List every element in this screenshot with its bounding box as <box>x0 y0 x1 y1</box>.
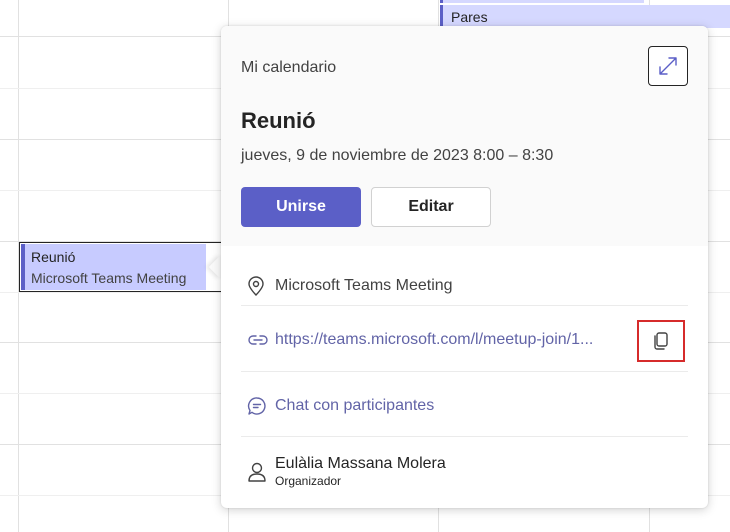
calendar-event-selected[interactable]: Reunió Microsoft Teams Meeting <box>19 242 227 292</box>
calendar-event-title: Reunió <box>31 249 76 265</box>
copy-link-button[interactable] <box>637 320 685 362</box>
calendar-event-title: Pares <box>451 9 488 25</box>
location-row: Microsoft Teams Meeting <box>241 266 688 306</box>
location-text: Microsoft Teams Meeting <box>275 277 453 294</box>
organizer-role: Organizador <box>275 474 342 488</box>
organizer-row: Eulàlia Massana Molera Organizador <box>241 450 688 494</box>
chat-icon <box>247 397 266 415</box>
calendar-event-location: Microsoft Teams Meeting <box>31 270 187 286</box>
event-title: Reunió <box>241 108 316 133</box>
event-details-popup: Mi calendario Reunió jueves, 9 de noviem… <box>221 26 708 508</box>
divider <box>241 436 688 437</box>
edit-button[interactable]: Editar <box>371 187 491 227</box>
meeting-link[interactable]: https://teams.microsoft.com/l/meetup-joi… <box>275 331 625 349</box>
calendar-name: Mi calendario <box>241 59 337 76</box>
copy-icon <box>654 332 668 350</box>
location-pin-icon <box>248 276 264 296</box>
divider <box>241 371 688 372</box>
calendar-event-body[interactable]: Reunió Microsoft Teams Meeting <box>21 244 206 290</box>
divider <box>241 305 688 306</box>
popup-header: Mi calendario Reunió jueves, 9 de noviem… <box>221 26 708 246</box>
chat-row[interactable]: Chat con participantes <box>241 386 688 426</box>
expand-icon <box>659 57 677 75</box>
chat-link[interactable]: Chat con participantes <box>275 397 625 415</box>
meeting-link-row: https://teams.microsoft.com/l/meetup-joi… <box>241 320 688 360</box>
person-icon <box>248 462 266 482</box>
organizer-info: Eulàlia Massana Molera Organizador <box>275 455 446 489</box>
join-button[interactable]: Unirse <box>241 187 361 227</box>
link-icon <box>248 335 268 345</box>
expand-button[interactable] <box>648 46 688 86</box>
event-datetime: jueves, 9 de noviembre de 2023 8:00 – 8:… <box>241 147 554 164</box>
calendar-event-partial[interactable] <box>440 0 644 3</box>
organizer-name: Eulàlia Massana Molera <box>275 455 446 472</box>
calendar-event-pares[interactable]: Pares <box>440 5 730 28</box>
